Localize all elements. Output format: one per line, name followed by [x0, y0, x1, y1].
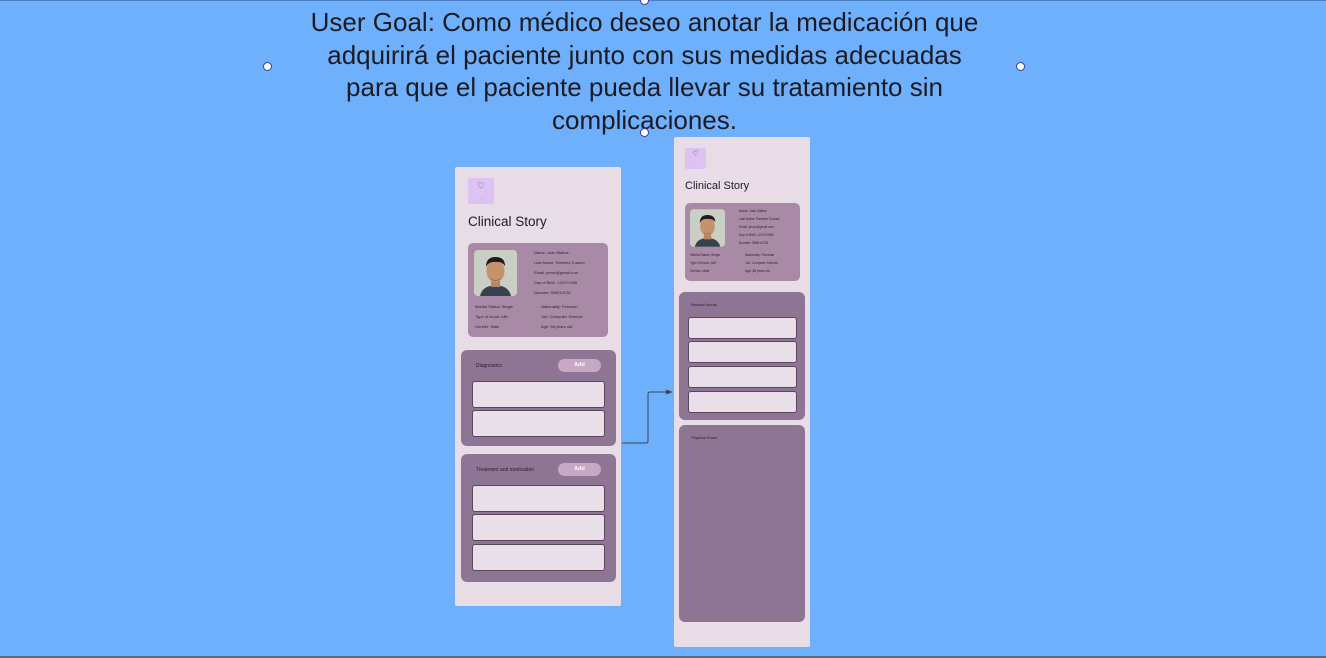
medical-input-field-1[interactable]	[688, 317, 797, 339]
page-title: Clinical Story	[468, 214, 547, 229]
patient-email: Email: jmmc@gmail.com	[534, 270, 579, 275]
treatment-field-2[interactable]	[472, 514, 605, 541]
physical-exam-label: Physical Exam	[691, 435, 718, 440]
patient-marital-status: Marital Status: Single	[475, 304, 513, 309]
diagnostic-field-2[interactable]	[472, 410, 605, 437]
patient-name: Name: Juan Mattos	[739, 209, 767, 213]
patient-email: Email: jmmc@gmail.com	[739, 225, 775, 229]
patient-number: Number: 956514728	[534, 290, 571, 295]
medical-inputs-panel: Medical Inputs	[679, 292, 805, 420]
medical-input-field-2[interactable]	[688, 341, 797, 363]
treatment-panel: Treatment and medication Add	[461, 454, 616, 582]
medical-inputs-label: Medical Inputs	[691, 302, 717, 307]
medical-input-field-3[interactable]	[688, 366, 797, 388]
treatment-field-3[interactable]	[472, 544, 605, 571]
physical-exam-panel[interactable]: Physical Exam	[679, 425, 805, 622]
patient-marital-status: Marital Status: Single	[690, 253, 721, 257]
add-treatment-button[interactable]: Add	[558, 463, 601, 476]
logo-caption: · · ·	[693, 162, 698, 166]
patient-last-name: Last Name: Ramirez Cuardo	[739, 217, 780, 221]
patient-dob: Day of Birth: 12/07/1965	[739, 233, 774, 237]
app-logo: ♡ · · ·	[685, 148, 706, 169]
screen-clinical-story-1: ♡ · · · · Clinical Story Name: Juan Matt…	[455, 167, 621, 606]
design-canvas[interactable]: User Goal: Como médico deseo anotar la m…	[0, 0, 1326, 658]
diagnostics-label: Diagnostics	[476, 363, 502, 369]
treatment-field-1[interactable]	[472, 485, 605, 512]
medical-input-field-4[interactable]	[688, 391, 797, 413]
arrow-connector	[622, 389, 673, 444]
patient-card: Name: Juan Mattos Last Name: Ramirez Cua…	[685, 203, 800, 281]
app-logo: ♡ · · · ·	[468, 178, 494, 204]
diagnostics-panel: Diagnostics Add	[461, 350, 616, 446]
patient-gender: Gender: Male	[690, 269, 710, 273]
patient-job: Job: Computer Science	[745, 261, 779, 265]
heart-logo-icon: ♡	[476, 180, 486, 191]
patient-number: Number: 956514728	[739, 241, 769, 245]
avatar	[474, 250, 517, 296]
logo-caption: · · · ·	[477, 197, 485, 201]
patient-blood-type: Type of blood: AB+	[475, 314, 509, 319]
patient-nationality: Nationality: Peruvian	[541, 304, 578, 309]
patient-dob: Day of Birth: 12/07/1965	[534, 280, 578, 285]
add-diagnostic-button[interactable]: Add	[558, 359, 601, 372]
avatar	[690, 209, 725, 247]
patient-age: Age: 58 years old	[541, 324, 573, 329]
screen-clinical-story-2: ♡ · · · Clinical Story Name: Juan Mattos…	[674, 137, 810, 647]
patient-card: Name: Juan Mattos Last Name: Ramirez Cua…	[468, 243, 608, 337]
patient-age: Age: 58 years old	[745, 269, 770, 273]
treatment-label: Treatment and medication	[476, 467, 534, 473]
diagnostic-field-1[interactable]	[472, 381, 605, 408]
patient-name: Name: Juan Mattos	[534, 250, 569, 255]
page-title: Clinical Story	[685, 180, 750, 192]
patient-blood-type: Type of blood: AB+	[690, 261, 717, 265]
patient-job: Job: Computer Science	[541, 314, 583, 319]
patient-last-name: Last Name: Ramirez Cuardo	[534, 260, 585, 265]
heart-logo-icon: ♡	[692, 150, 699, 158]
patient-gender: Gender: Male	[475, 324, 500, 329]
patient-nationality: Nationality: Peruvian	[745, 253, 775, 257]
